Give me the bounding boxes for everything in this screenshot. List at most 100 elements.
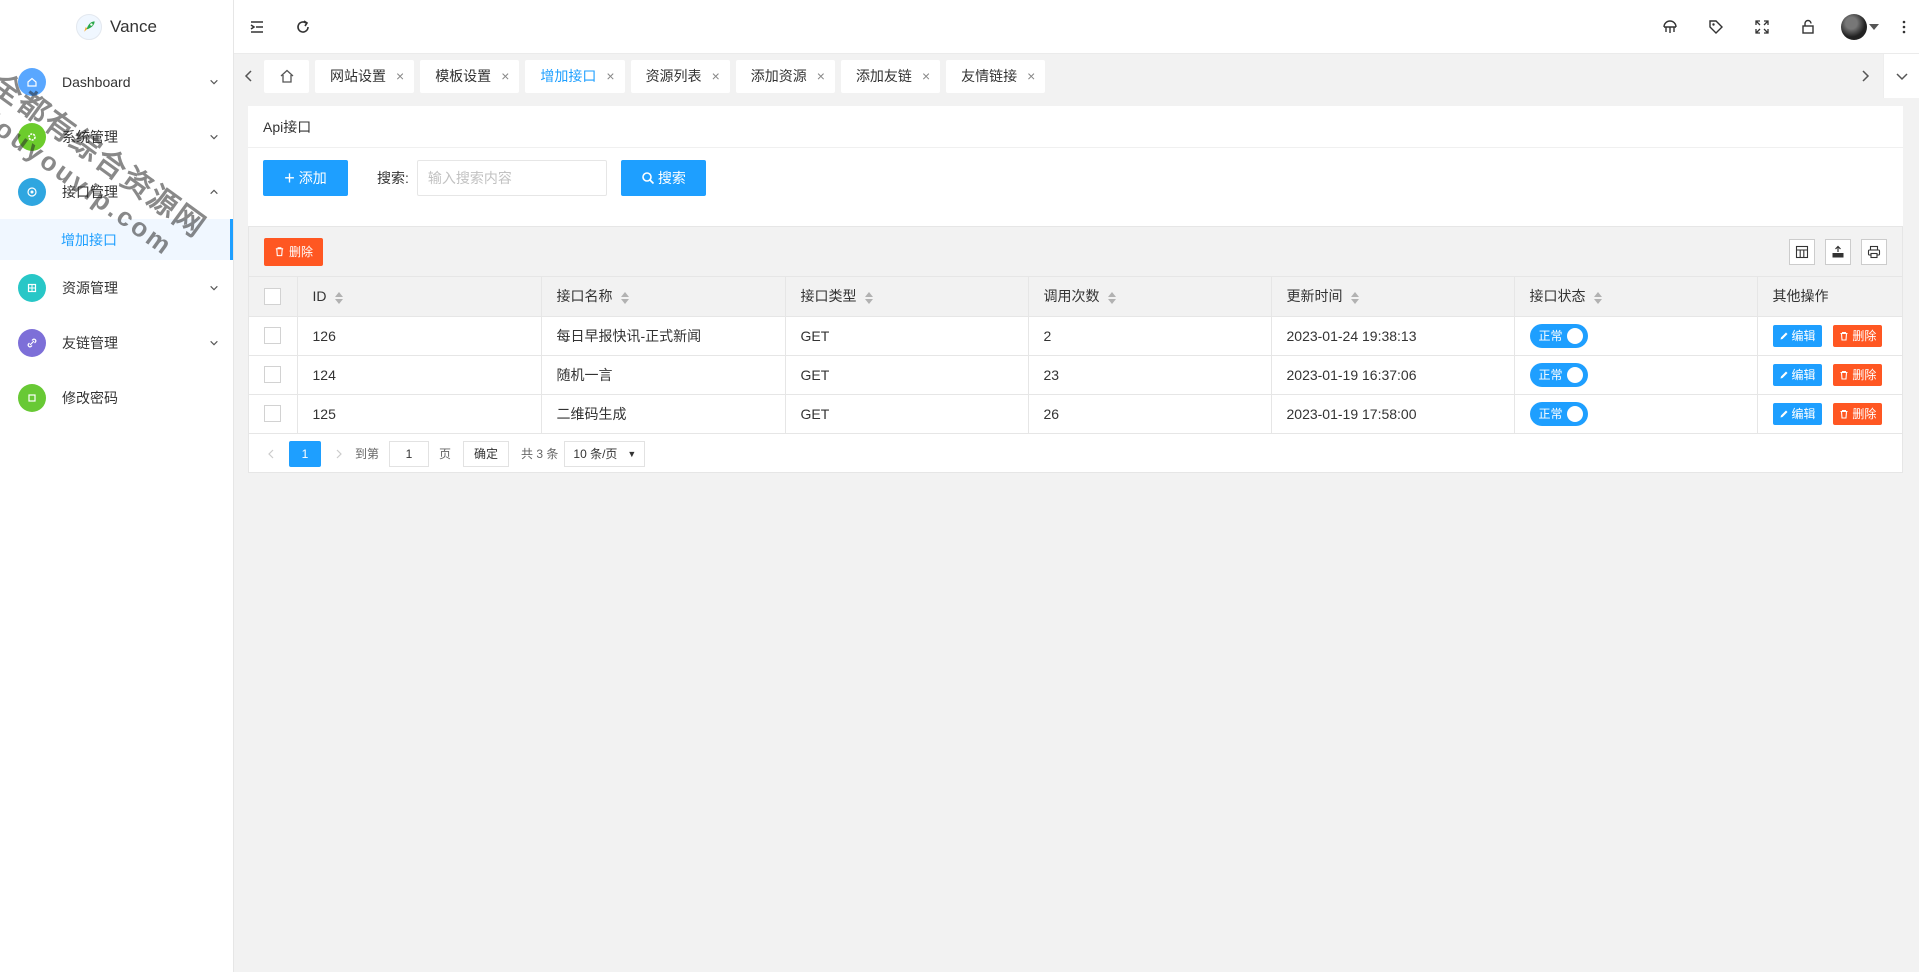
status-toggle[interactable]: 正常: [1529, 323, 1588, 348]
tab-scroll-left-icon[interactable]: [234, 58, 264, 94]
status-toggle[interactable]: 正常: [1529, 401, 1588, 426]
rocket-icon: [76, 14, 103, 40]
edit-button[interactable]: 编辑: [1772, 402, 1822, 425]
sort-icon[interactable]: [1593, 291, 1602, 304]
tag-icon[interactable]: [1693, 0, 1739, 54]
edit-label: 编辑: [1791, 407, 1816, 421]
table-toolbar: 删除: [249, 227, 1902, 277]
refresh-icon[interactable]: [280, 0, 326, 54]
delete-button[interactable]: 删除: [1833, 402, 1883, 425]
close-icon[interactable]: ×: [712, 68, 720, 84]
trash-icon: [1840, 409, 1848, 419]
row-checkbox-cell: [249, 355, 298, 395]
header-type[interactable]: 接口类型: [785, 277, 1029, 317]
close-icon[interactable]: ×: [1027, 68, 1035, 84]
columns-icon[interactable]: [1789, 238, 1815, 265]
delete-button[interactable]: 删除: [1833, 363, 1883, 386]
status-toggle[interactable]: 正常: [1529, 362, 1588, 387]
sidebar-item-links[interactable]: 友链管理: [0, 315, 233, 370]
cell-count: 2: [1028, 316, 1272, 356]
tab-resource-list[interactable]: 资源列表 ×: [630, 59, 730, 93]
sidebar-item-api[interactable]: 接口管理: [0, 164, 233, 219]
close-icon[interactable]: ×: [817, 68, 825, 84]
close-icon[interactable]: ×: [606, 68, 614, 84]
tab-add-resource[interactable]: 添加资源 ×: [735, 59, 835, 93]
header-label: 接口类型: [800, 288, 857, 305]
user-menu[interactable]: [1831, 13, 1889, 40]
sort-icon[interactable]: [334, 291, 343, 304]
cell-status: 正常: [1514, 355, 1758, 395]
cell-time: 2023-01-19 16:37:06: [1271, 355, 1515, 395]
row-checkbox[interactable]: [264, 405, 282, 423]
sort-icon[interactable]: [864, 291, 873, 304]
sort-icon[interactable]: [620, 291, 629, 304]
logo[interactable]: Vance: [0, 0, 233, 54]
next-page-icon[interactable]: [329, 449, 349, 459]
print-icon[interactable]: [1861, 238, 1887, 265]
tab-scroll-right-icon[interactable]: [1847, 58, 1883, 94]
edit-button[interactable]: 编辑: [1772, 324, 1822, 347]
page-size-select[interactable]: 10 条/页 ▼: [564, 440, 646, 467]
tab-label: 增加接口: [540, 68, 597, 84]
sort-icon[interactable]: [1350, 291, 1359, 304]
goto-confirm-button[interactable]: 确定: [463, 440, 510, 467]
export-icon[interactable]: [1825, 238, 1851, 265]
header-status[interactable]: 接口状态: [1514, 277, 1758, 317]
sidebar-item-resources[interactable]: 资源管理: [0, 260, 233, 315]
prev-page-icon[interactable]: [261, 449, 281, 459]
header-name[interactable]: 接口名称: [541, 277, 786, 317]
sidebar-item-password[interactable]: 修改密码: [0, 370, 233, 425]
header-id[interactable]: ID: [297, 277, 542, 317]
avatar: [1841, 13, 1867, 40]
select-all-checkbox[interactable]: [264, 288, 282, 306]
tab-site-settings[interactable]: 网站设置 ×: [315, 59, 415, 93]
current-page[interactable]: 1: [289, 440, 321, 467]
sidebar-item-dashboard[interactable]: Dashboard: [0, 54, 233, 109]
add-button[interactable]: + 添加: [263, 160, 348, 196]
goto-page-input[interactable]: [389, 440, 430, 467]
row-checkbox[interactable]: [264, 327, 282, 345]
header-count[interactable]: 调用次数: [1028, 277, 1272, 317]
sidebar-item-system[interactable]: 系统管理: [0, 109, 233, 164]
close-icon[interactable]: ×: [922, 68, 930, 84]
search-button[interactable]: 搜索: [620, 160, 706, 196]
header-label: 更新时间: [1286, 288, 1343, 305]
tab-add-link[interactable]: 添加友链 ×: [840, 59, 941, 93]
edit-button[interactable]: 编辑: [1772, 363, 1822, 386]
tab-menu-chevron-icon[interactable]: [1883, 54, 1919, 98]
row-checkbox[interactable]: [264, 366, 282, 384]
batch-delete-label: 删除: [289, 245, 314, 259]
home-icon: [280, 69, 293, 83]
theme-icon[interactable]: [1647, 0, 1693, 54]
tab-label: 网站设置: [330, 68, 386, 84]
total-count: 共 3 条: [521, 447, 559, 461]
batch-delete-button[interactable]: 删除: [264, 237, 324, 266]
key-icon: [18, 383, 46, 412]
header-time[interactable]: 更新时间: [1271, 277, 1515, 317]
fullscreen-icon[interactable]: [1739, 0, 1785, 54]
delete-label: 删除: [1852, 407, 1877, 421]
close-icon[interactable]: ×: [396, 68, 404, 84]
tab-add-api[interactable]: 增加接口 ×: [525, 59, 625, 93]
search-input[interactable]: [416, 160, 607, 196]
close-icon[interactable]: ×: [501, 68, 509, 84]
collapse-menu-icon[interactable]: [234, 0, 280, 54]
lock-icon[interactable]: [1785, 0, 1831, 54]
grid-icon: [18, 273, 46, 302]
tab-home[interactable]: [264, 59, 309, 93]
tab-friend-links[interactable]: 友情链接 ×: [946, 59, 1046, 93]
trash-icon: [1840, 370, 1848, 380]
table-row: 125 二维码生成 GET 26 2023-01-19 17:58:00 正常 …: [249, 394, 1902, 434]
add-button-label: 添加: [298, 170, 327, 186]
cell-status: 正常: [1514, 394, 1758, 434]
tab-template-settings[interactable]: 模板设置 ×: [420, 59, 520, 93]
sort-icon[interactable]: [1107, 291, 1116, 304]
sidebar-subitem-add-api[interactable]: 增加接口: [0, 219, 233, 260]
search-button-label: 搜索: [657, 170, 686, 186]
more-vertical-icon[interactable]: [1889, 0, 1919, 54]
table-row: 126 每日早报快讯-正式新闻 GET 2 2023-01-24 19:38:1…: [249, 316, 1902, 356]
cell-count: 23: [1028, 355, 1272, 395]
delete-button[interactable]: 删除: [1833, 324, 1883, 347]
cell-actions: 编辑 删除: [1757, 355, 1902, 395]
plus-icon: +: [284, 168, 295, 188]
